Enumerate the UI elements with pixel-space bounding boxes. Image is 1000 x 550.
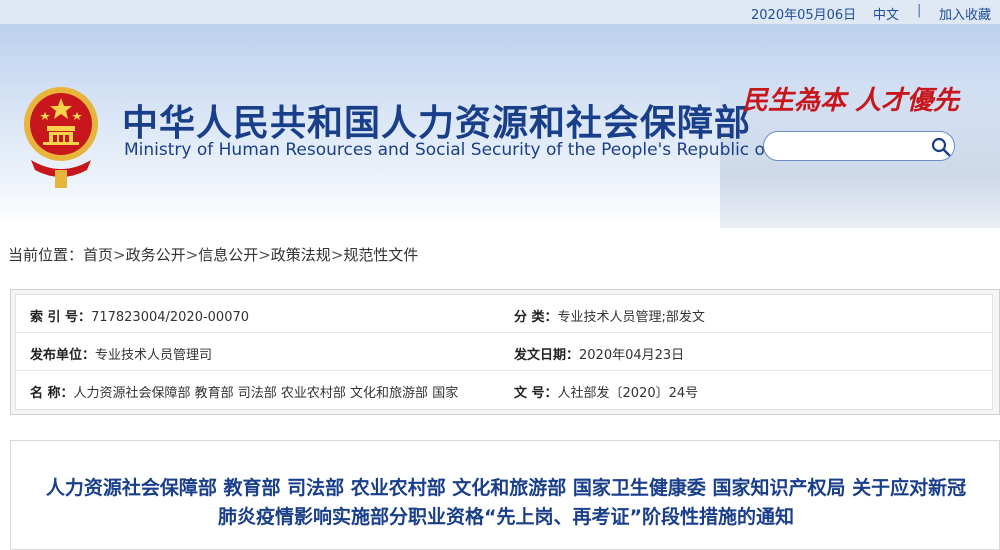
add-favorite-link[interactable]: 加入收藏 [939,4,991,23]
document-name-value: 人力资源社会保障部 教育部 司法部 农业农村部 文化和旅游部 国家 [73,386,459,401]
search-icon[interactable] [930,136,952,158]
site-banner: 中华人民共和国人力资源和社会保障部 Ministry of Human Reso… [0,24,1000,228]
breadcrumb-policies[interactable]: 政策法规 [271,246,331,264]
breadcrumb-sep: > [113,246,126,264]
issue-date-label: 发文日期： [514,348,580,363]
category: 分 类：专业技术人员管理;部发文 [514,306,984,325]
document-name: 名 称：人力资源社会保障部 教育部 司法部 农业农村部 文化和旅游部 国家 [30,382,500,401]
document-name-label: 名 称： [30,386,74,401]
breadcrumb-sep: > [258,246,271,264]
ministry-name-cn: 中华人民共和国人力资源和社会保障部 [122,103,752,144]
topbar-separator: | [917,3,922,18]
breadcrumb-home[interactable]: 首页 [83,246,113,264]
category-label: 分 类： [514,310,558,325]
search-input[interactable] [763,131,955,161]
national-emblem-icon [24,87,98,188]
issue-date: 发文日期：2020年04月23日 [514,344,984,363]
breadcrumb-gov-affairs[interactable]: 政务公开 [126,246,186,264]
top-bar: 2020年05月06日 中文 | 加入收藏 [0,0,1000,24]
breadcrumb-normative-docs[interactable]: 规范性文件 [343,246,418,264]
issue-date-value: 2020年04月23日 [579,348,685,363]
document-number: 文 号：人社部发〔2020〕24号 [514,382,984,401]
publisher-label: 发布单位： [30,348,96,363]
metadata-row: 发布单位：专业技术人员管理司 发文日期：2020年04月23日 [16,333,992,371]
index-number: 索 引 号：717823004/2020-00070 [30,306,500,325]
index-number-value: 717823004/2020-00070 [91,310,250,325]
breadcrumb-sep: > [185,246,199,264]
ministry-name-en: Ministry of Human Resources and Social S… [124,140,825,160]
metadata-table: 索 引 号：717823004/2020-00070 分 类：专业技术人员管理;… [15,294,993,410]
publisher: 发布单位：专业技术人员管理司 [30,344,500,363]
document-number-label: 文 号： [514,386,558,401]
metadata-row: 索 引 号：717823004/2020-00070 分 类：专业技术人员管理;… [16,295,992,333]
metadata-row: 名 称：人力资源社会保障部 教育部 司法部 农业农村部 文化和旅游部 国家 文 … [16,371,992,409]
document-title: 人力资源社会保障部 教育部 司法部 农业农村部 文化和旅游部 国家卫生健康委 国… [45,477,967,528]
index-number-label: 索 引 号： [30,310,92,325]
document-metadata-panel: 索 引 号：717823004/2020-00070 分 类：专业技术人员管理;… [10,289,1000,415]
category-value: 专业技术人员管理;部发文 [557,310,705,325]
breadcrumb-prefix: 当前位置： [8,246,84,264]
slogan: 民生為本 人才優先 [742,86,960,116]
breadcrumb-sep: > [330,246,344,264]
publisher-value: 专业技术人员管理司 [95,348,213,363]
current-date: 2020年05月06日 [751,8,857,23]
breadcrumb-info-disclosure[interactable]: 信息公开 [198,246,258,264]
document-content: 人力资源社会保障部 教育部 司法部 农业农村部 文化和旅游部 国家卫生健康委 国… [10,440,1000,550]
document-number-value: 人社部发〔2020〕24号 [557,386,699,401]
breadcrumb: 当前位置：首页>政务公开>信息公开>政策法规>规范性文件 [8,244,418,265]
language-link[interactable]: 中文 [873,4,899,23]
